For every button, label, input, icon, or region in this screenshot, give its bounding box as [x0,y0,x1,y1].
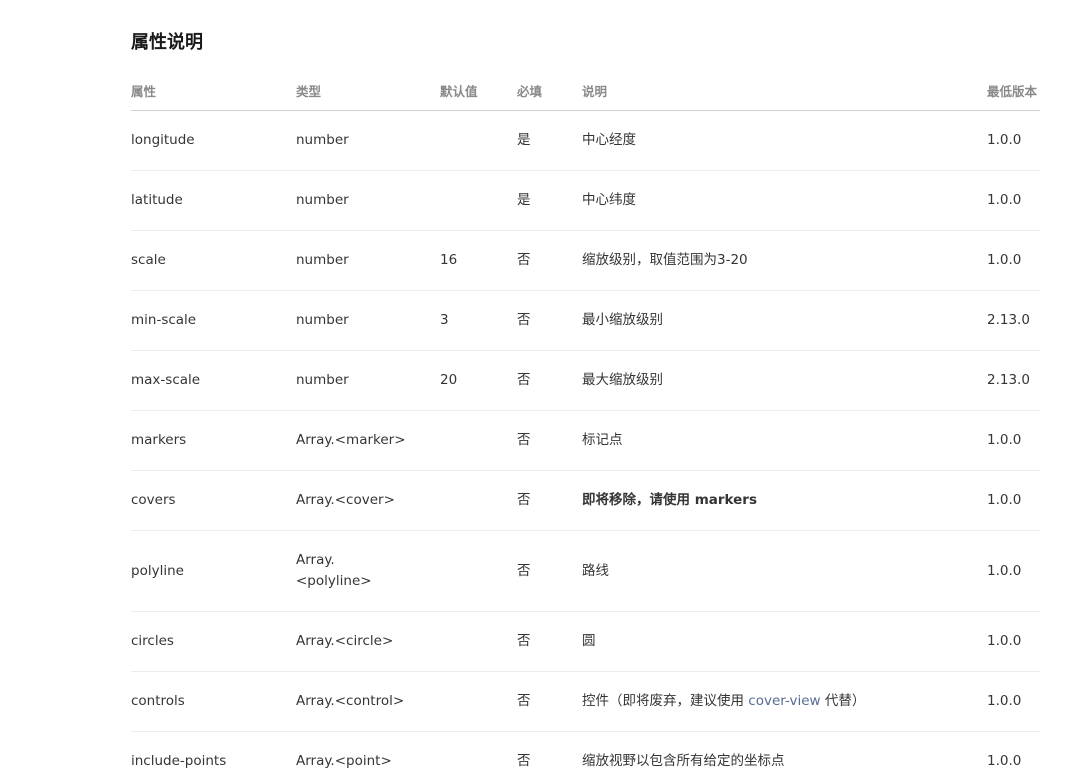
cell-type: number [296,350,440,411]
table-header-row: 属性 类型 默认值 必填 说明 最低版本 [131,70,1040,111]
cell-version: 1.0.0 [987,671,1040,732]
cell-default [440,671,517,732]
table-row: circles Array.<circle> 否 圆 1.0.0 [131,611,1040,672]
table-row: latitude number 是 中心纬度 1.0.0 [131,170,1040,231]
cell-desc: 圆 [582,611,987,672]
cell-desc: 缩放级别，取值范围为3-20 [582,230,987,291]
desc-text-post: 代替） [820,693,866,709]
cell-type: number [296,110,440,171]
cell-version: 1.0.0 [987,110,1040,171]
cell-desc: 路线 [582,530,987,612]
cell-desc: 即将移除，请使用 markers [582,470,987,531]
table-row: covers Array.<cover> 否 即将移除，请使用 markers … [131,470,1040,531]
cell-required: 否 [517,752,531,769]
col-header-type: 类型 [296,70,440,111]
cell-version: 2.13.0 [987,350,1040,411]
cell-attr: covers [131,470,296,531]
cell-version: 2.13.0 [987,290,1040,351]
doc-page: 属性说明 属性 类型 默认值 必填 说明 最低版本 longitude numb… [0,0,1080,774]
table-row: polyline Array. <polyline> 否 路线 1.0.0 [131,530,1040,612]
cell-desc: 中心纬度 [582,170,987,231]
cell-version: 1.0.0 [987,230,1040,291]
cell-default: 16 [440,230,517,291]
cell-version: 1.0.0 [987,170,1040,231]
table-row: min-scale number 3 否 最小缩放级别 2.13.0 [131,290,1040,351]
cell-attr: max-scale [131,350,296,411]
cell-type: Array.<point> [296,752,392,769]
table-row: markers Array.<marker> 否 标记点 1.0.0 [131,410,1040,471]
cell-attr: min-scale [131,290,296,351]
col-header-version: 最低版本 [987,70,1040,111]
cell-attr: circles [131,611,296,672]
table-row: longitude number 是 中心经度 1.0.0 [131,110,1040,171]
desc-text-pre: 控件（即将废弃，建议使用 [582,693,749,709]
cell-required: 否 [517,530,582,612]
cover-view-link[interactable]: cover-view [748,693,820,709]
cell-required: 否 [517,350,582,411]
cell-type: Array.<marker> [296,410,440,471]
cell-required: 否 [517,230,582,291]
cell-default: 3 [440,290,517,351]
cell-version: 1.0.0 [987,530,1040,612]
cell-default [440,470,517,531]
cell-version: 1.0.0 [987,752,1022,769]
cell-version: 1.0.0 [987,410,1040,471]
table-row: scale number 16 否 缩放级别，取值范围为3-20 1.0.0 [131,230,1040,291]
cell-attr: longitude [131,110,296,171]
col-header-required: 必填 [517,70,582,111]
cell-required: 否 [517,410,582,471]
cell-version: 1.0.0 [987,470,1040,531]
cell-attr: markers [131,410,296,471]
cell-attr: include-points [131,752,227,769]
cell-desc: 最大缩放级别 [582,350,987,411]
cell-required: 否 [517,290,582,351]
cell-attr: scale [131,230,296,291]
cell-default: 20 [440,350,517,411]
cell-type-line-1: Array. [296,552,335,568]
property-table: 属性 类型 默认值 必填 说明 最低版本 longitude number 是 … [131,70,1040,774]
cell-default [440,170,517,231]
cell-type: number [296,230,440,291]
section-title: 属性说明 [131,32,203,53]
table-row: max-scale number 20 否 最大缩放级别 2.13.0 [131,350,1040,411]
cell-required: 是 [517,170,582,231]
cell-required: 是 [517,110,582,171]
cell-desc: 缩放视野以包含所有给定的坐标点 [582,752,785,769]
cell-default [440,732,517,774]
cell-type-line-2: <polyline> [296,573,372,589]
cell-type: Array. <polyline> [296,530,440,612]
cell-default [440,410,517,471]
cell-attr: latitude [131,170,296,231]
col-header-desc: 说明 [582,70,987,111]
cell-desc: 最小缩放级别 [582,290,987,351]
cell-required: 否 [517,611,582,672]
cell-required: 否 [517,671,582,732]
cell-default [440,611,517,672]
cell-desc: 标记点 [582,410,987,471]
cell-type: Array.<cover> [296,470,440,531]
table-row: include-points Array.<point> 否 缩放视野以包含所有… [131,732,1040,774]
col-header-default: 默认值 [440,70,517,111]
cell-version: 1.0.0 [987,611,1040,672]
cell-type: Array.<circle> [296,611,440,672]
cell-desc: 中心经度 [582,110,987,171]
table-row: controls Array.<control> 否 控件（即将废弃，建议使用 … [131,671,1040,732]
cell-default [440,110,517,171]
cell-type: Array.<control> [296,671,440,732]
cell-type: number [296,170,440,231]
cell-default [440,530,517,612]
cell-desc: 控件（即将废弃，建议使用 cover-view 代替） [582,671,987,732]
cell-attr: controls [131,671,296,732]
col-header-attr: 属性 [131,70,296,111]
cell-required: 否 [517,470,582,531]
cell-type: number [296,290,440,351]
cell-attr: polyline [131,530,296,612]
